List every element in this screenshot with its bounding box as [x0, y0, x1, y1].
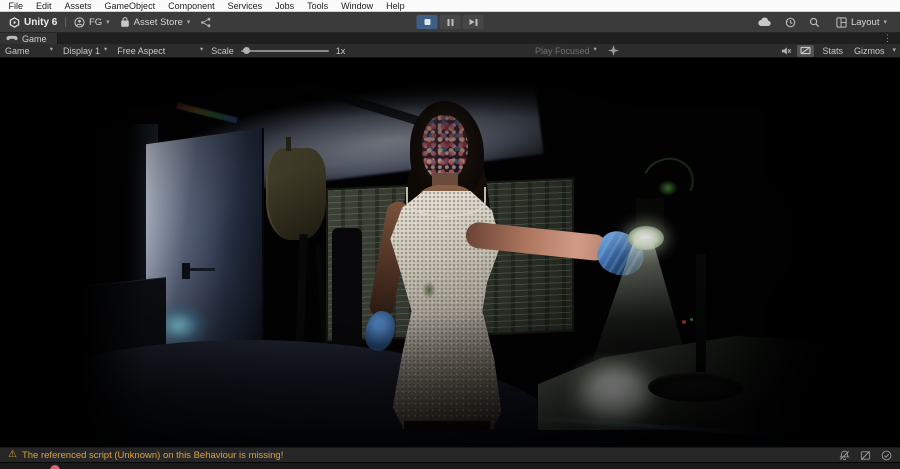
- lamp-stem: [696, 254, 706, 384]
- chevron-down-icon: ▾: [104, 46, 108, 54]
- chevron-down-icon: ▾: [49, 46, 53, 54]
- door-handle: [190, 268, 215, 271]
- mute-audio-icon[interactable]: [781, 46, 792, 56]
- window-tab-bar: Game ⋮: [0, 33, 900, 44]
- unity-version-badge[interactable]: Unity 6: [6, 14, 60, 30]
- pause-icon: [447, 18, 453, 26]
- bell-muted-icon[interactable]: [839, 450, 850, 461]
- green-glow: [658, 180, 678, 196]
- unity-toolbar: Unity 6 | FG ▾ Asset Store ▾ Layout ▾: [0, 12, 900, 33]
- scale-slider-track: [240, 50, 329, 52]
- hanging-backpack: [266, 148, 326, 240]
- lamp-bracket: [636, 198, 664, 230]
- sparkle-icon[interactable]: [607, 45, 619, 56]
- pause-button[interactable]: [439, 15, 461, 29]
- chevron-down-icon: ▾: [186, 18, 191, 26]
- gizmos-dropdown[interactable]: Gizmos: [851, 46, 888, 56]
- chevron-down-icon: ▾: [200, 46, 204, 54]
- menu-edit[interactable]: Edit: [30, 0, 59, 12]
- more-options-icon[interactable]: ⋮: [883, 33, 900, 44]
- console-error-badge: [50, 465, 60, 469]
- tab-game[interactable]: Game: [0, 33, 58, 44]
- game-view-toolbar: Game ▾ Display 1 ▾ Free Aspect ▾ Scale 1…: [0, 44, 900, 58]
- green-led-dot: [690, 318, 693, 321]
- menu-component[interactable]: Component: [162, 0, 222, 12]
- os-menu-bar: File Edit Assets GameObject Component Se…: [0, 0, 900, 12]
- play-focused-dropdown[interactable]: Play Focused ▾: [530, 44, 602, 58]
- lamp-base: [648, 372, 744, 402]
- account-icon: [74, 16, 85, 28]
- cloud-icon[interactable]: [758, 17, 772, 27]
- account-dropdown[interactable]: FG ▾: [71, 14, 113, 30]
- chevron-down-icon: ▾: [883, 18, 887, 26]
- scale-slider-thumb[interactable]: [242, 47, 250, 54]
- status-check-icon[interactable]: [881, 450, 892, 461]
- scale-slider[interactable]: [240, 44, 329, 58]
- play-icon: [424, 19, 430, 25]
- collab-branch-icon: [201, 17, 211, 27]
- door-handle-plate: [182, 263, 190, 279]
- left-blue-glove: [361, 308, 399, 354]
- tab-game-label: Game: [22, 33, 47, 44]
- unity-logo-icon: [9, 16, 20, 28]
- menu-services[interactable]: Services: [221, 0, 269, 12]
- warning-icon: ⚠: [8, 449, 17, 460]
- status-warning-text[interactable]: The referenced script (Unknown) on this …: [22, 450, 283, 461]
- layout-dropdown[interactable]: Layout ▾: [833, 14, 890, 30]
- display-dropdown[interactable]: Display 1 ▾: [58, 44, 112, 58]
- toolbar-separator: |: [64, 16, 67, 28]
- account-label: FG: [88, 16, 103, 28]
- search-icon[interactable]: [809, 17, 820, 28]
- layout-grid-icon: [836, 16, 847, 28]
- aspect-ratio-dropdown[interactable]: Free Aspect ▾: [112, 44, 208, 58]
- stats-button[interactable]: Stats: [819, 46, 846, 56]
- gamepad-icon: [6, 35, 18, 41]
- dress-collar: [406, 187, 486, 217]
- status-bar[interactable]: ⚠ The referenced script (Unknown) on thi…: [0, 447, 900, 462]
- version-control-button[interactable]: [197, 14, 215, 30]
- menu-jobs[interactable]: Jobs: [269, 0, 301, 12]
- vsync-toggle[interactable]: [797, 44, 815, 57]
- menu-file[interactable]: File: [2, 0, 30, 12]
- menu-window[interactable]: Window: [335, 0, 380, 12]
- bottom-partial-bar: [0, 462, 900, 469]
- asset-store-dropdown[interactable]: Asset Store ▾: [117, 14, 194, 30]
- game-viewport[interactable]: [0, 58, 900, 447]
- step-button[interactable]: [462, 15, 484, 29]
- chevron-down-icon[interactable]: ▾: [892, 47, 896, 54]
- menu-help[interactable]: Help: [380, 0, 412, 12]
- play-focused-label: Play Focused: [535, 45, 590, 56]
- menu-assets[interactable]: Assets: [58, 0, 98, 12]
- unity-version-label: Unity 6: [24, 16, 58, 28]
- view-mode-dropdown[interactable]: Game ▾: [0, 44, 58, 58]
- red-led-dot: [682, 320, 686, 324]
- backpack-strap: [286, 137, 291, 151]
- dress-stain: [422, 281, 436, 299]
- layout-label: Layout: [850, 16, 880, 28]
- chevron-down-icon: ▾: [593, 46, 597, 54]
- slashed-frame-icon: [800, 46, 811, 55]
- step-icon: [469, 18, 477, 26]
- chevron-down-icon: ▾: [106, 18, 110, 26]
- play-controls: [416, 15, 484, 29]
- scale-label: Scale: [211, 45, 234, 56]
- asset-store-label: Asset Store: [133, 16, 183, 28]
- console-muted-icon[interactable]: [860, 450, 871, 461]
- menu-tools[interactable]: Tools: [301, 0, 335, 12]
- play-button[interactable]: [416, 15, 438, 29]
- top-shadow: [0, 58, 900, 118]
- scale-value: 1x: [335, 45, 346, 56]
- aspect-label: Free Aspect: [117, 45, 166, 56]
- display-label: Display 1: [63, 45, 101, 56]
- view-mode-label: Game: [5, 45, 30, 56]
- menu-gameobject[interactable]: GameObject: [98, 0, 162, 12]
- history-icon[interactable]: [785, 17, 796, 28]
- asset-store-bag-icon: [120, 16, 129, 27]
